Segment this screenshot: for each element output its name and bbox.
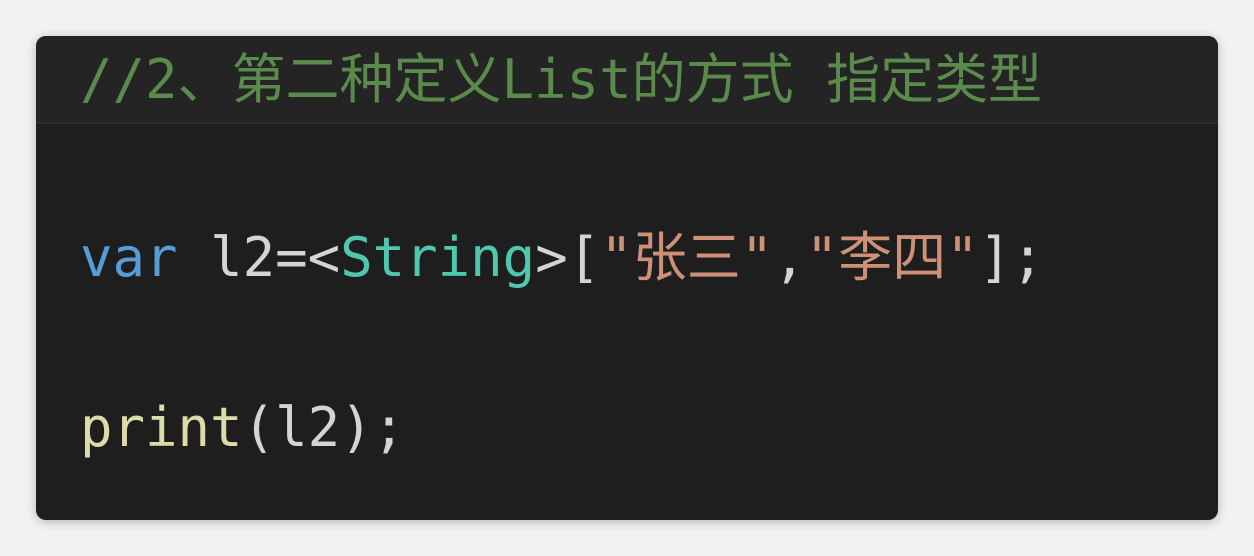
open-paren: ( <box>242 396 276 459</box>
code-editor[interactable]: //2、第二种定义List的方式 指定类型 var l2=<String>["张… <box>36 36 1218 520</box>
comment-line[interactable]: //2、第二种定义List的方式 指定类型 <box>80 53 1042 107</box>
semicolon: ; <box>372 396 406 459</box>
type-name: String <box>340 226 536 289</box>
string-literal-2: "李四" <box>805 226 979 289</box>
declaration-line[interactable]: var l2=<String>["张三","李四"]; <box>80 231 1044 285</box>
var-keyword: var <box>80 226 178 289</box>
close-paren: ) <box>340 396 373 459</box>
string-literal-1: "张三" <box>600 226 774 289</box>
close-bracket: ] <box>978 226 1012 289</box>
print-call-line[interactable]: print(l2); <box>80 401 405 455</box>
open-bracket: [ <box>567 226 601 289</box>
argument: l2 <box>275 396 341 459</box>
close-angle: > <box>535 226 568 289</box>
function-name: print <box>80 396 243 459</box>
variable-name: l2 <box>210 226 276 289</box>
assign-operator: = <box>275 226 308 289</box>
open-angle: < <box>307 226 341 289</box>
comma: , <box>773 226 806 289</box>
semicolon: ; <box>1011 226 1044 289</box>
